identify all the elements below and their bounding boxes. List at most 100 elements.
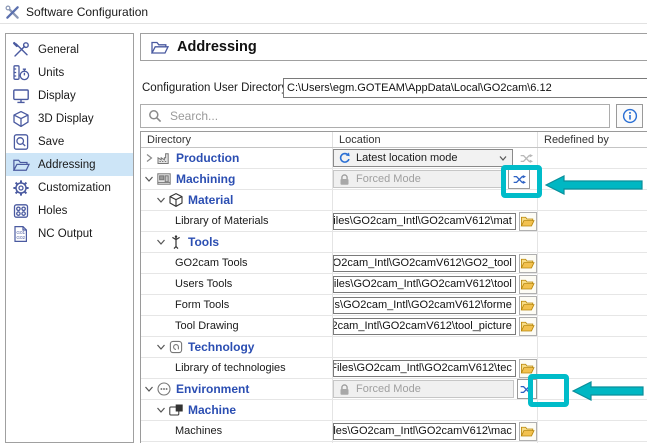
directory-cell[interactable]: Material	[141, 190, 333, 210]
sidebar-item-nc-output[interactable]: G01G02NC Output	[6, 222, 133, 245]
directory-label: Machining	[176, 172, 235, 186]
location-mode-dropdown[interactable]: Latest location mode	[333, 149, 513, 167]
browse-folder-button[interactable]	[519, 212, 537, 231]
directory-cell: Users Tools	[141, 274, 333, 294]
location-path-input[interactable]: am Files\GO2cam_Intl\GO2camV612\mac	[333, 423, 516, 440]
directory-label: Material	[188, 193, 233, 207]
search-box[interactable]	[140, 104, 610, 128]
chevron-down-icon	[498, 153, 508, 163]
dropdown-selected-value: Latest location mode	[356, 152, 498, 164]
directory-cell[interactable]: Tools	[141, 232, 333, 252]
chevron-right-icon[interactable]	[144, 153, 154, 163]
save-magnifier-icon	[12, 133, 30, 151]
location-path-input[interactable]: \GO2cam_Intl\GO2camV612\tool_picture	[333, 318, 516, 335]
chevron-down-icon[interactable]	[144, 174, 154, 184]
sidebar-item-addressing[interactable]: Addressing	[6, 153, 133, 176]
search-input[interactable]	[168, 108, 609, 124]
directory-label: Environment	[176, 382, 249, 396]
location-cell: am Files\GO2cam_Intl\GO2camV612\mat	[333, 211, 538, 231]
directory-label: Library of Materials	[175, 215, 269, 227]
sidebar-item-label: General	[38, 44, 79, 56]
sidebar-item-general[interactable]: General	[6, 38, 133, 61]
directory-cell[interactable]: Technology	[141, 337, 333, 357]
highlight-box-environment	[528, 374, 569, 407]
table-row-library-of-technologies: Library of technologies ram Files\GO2cam_…	[141, 358, 647, 379]
redefined-by-cell	[538, 253, 647, 273]
chevron-down-icon[interactable]	[156, 195, 166, 205]
sidebar-item-save[interactable]: Save	[6, 130, 133, 153]
location-path-input[interactable]: am Files\GO2cam_Intl\GO2camV612\mat	[333, 213, 516, 230]
column-header-redefined-by[interactable]: Redefined by	[538, 132, 647, 147]
factory-icon	[156, 150, 172, 166]
table-row-technology: Technology	[141, 337, 647, 358]
chevron-down-icon[interactable]	[144, 384, 154, 394]
sidebar-item-holes[interactable]: Holes	[6, 199, 133, 222]
sidebar-item-units[interactable]: Units	[6, 61, 133, 84]
location-path-input[interactable]: ram Files\GO2cam_Intl\GO2camV612\tec	[333, 360, 516, 377]
chevron-down-icon[interactable]	[156, 342, 166, 352]
config-user-directory-input[interactable]	[283, 78, 647, 98]
cube-3d-icon	[12, 110, 30, 128]
nc-output-icon: G01G02	[12, 225, 30, 243]
callout-arrow-machining	[545, 174, 643, 201]
machine-icon	[168, 402, 184, 418]
location-cell	[333, 232, 538, 252]
browse-folder-button[interactable]	[519, 275, 537, 294]
info-button[interactable]	[616, 104, 643, 128]
table-row-machines: Machinesam Files\GO2cam_Intl\GO2camV612\…	[141, 421, 647, 442]
browse-folder-button[interactable]	[519, 254, 537, 273]
info-icon	[622, 108, 638, 124]
location-path-value: n Files\GO2cam_Intl\GO2camV612\forme	[333, 299, 512, 311]
location-path-value: \GO2cam_Intl\GO2camV612\tool_picture	[333, 320, 512, 332]
column-header-directory[interactable]: Directory	[141, 132, 333, 147]
directory-label: Library of technologies	[175, 362, 286, 374]
svg-text:G02: G02	[16, 235, 25, 240]
browse-folder-button[interactable]	[519, 296, 537, 315]
highlight-box-machining	[501, 165, 542, 198]
directory-cell: Library of Materials	[141, 211, 333, 231]
location-path-input[interactable]: am Files\GO2cam_Intl\GO2camV612\tool	[333, 276, 516, 293]
directory-label: Technology	[188, 340, 254, 354]
redefined-by-cell	[538, 274, 647, 294]
sidebar-item-label: Customization	[38, 182, 111, 194]
redefined-by-cell	[538, 316, 647, 336]
crossed-tools-icon	[5, 5, 20, 20]
table-row-go2cam-tools: GO2cam Tools les\GO2cam_Intl\GO2camV612\G…	[141, 253, 647, 274]
chevron-down-icon[interactable]	[156, 405, 166, 415]
callout-arrow-environment	[572, 380, 644, 407]
directory-label: Users Tools	[175, 278, 232, 290]
column-header-location[interactable]: Location	[333, 132, 538, 147]
table-row-production: Production Latest location mode	[141, 148, 647, 169]
directory-cell[interactable]: Machining	[141, 169, 333, 189]
table-row-form-tools: Form Toolsn Files\GO2cam_Intl\GO2camV612…	[141, 295, 647, 316]
directory-cell: GO2cam Tools	[141, 253, 333, 273]
location-path-value: am Files\GO2cam_Intl\GO2camV612\mac	[333, 425, 512, 437]
machining-icon	[156, 171, 172, 187]
settings-sidebar: General Units Display3D Display Save Address…	[5, 33, 134, 443]
technology-icon	[168, 339, 184, 355]
directory-cell[interactable]: Machine	[141, 400, 333, 420]
sidebar-item-label: Units	[38, 67, 64, 79]
location-path-input[interactable]: les\GO2cam_Intl\GO2camV612\GO2_tool	[333, 255, 516, 272]
location-path-input[interactable]: n Files\GO2cam_Intl\GO2camV612\forme	[333, 297, 516, 314]
sidebar-item-display[interactable]: Display	[6, 84, 133, 107]
sidebar-item-label: Holes	[38, 205, 67, 217]
directory-cell[interactable]: Environment	[141, 379, 333, 399]
forced-mode-label: Forced Mode	[356, 173, 421, 185]
sidebar-item-3d-display[interactable]: 3D Display	[6, 107, 133, 130]
gear-icon	[12, 179, 30, 197]
directory-cell[interactable]: Production	[141, 148, 333, 168]
search-icon	[148, 109, 162, 123]
location-cell	[333, 337, 538, 357]
chevron-down-icon[interactable]	[156, 237, 166, 247]
config-user-directory-label: Configuration User Directory	[142, 82, 287, 94]
directory-label: GO2cam Tools	[175, 257, 248, 269]
sidebar-item-customization[interactable]: Customization	[6, 176, 133, 199]
browse-folder-button[interactable]	[519, 422, 537, 441]
forced-mode-box: Forced Mode	[333, 380, 514, 398]
browse-folder-button[interactable]	[519, 317, 537, 336]
general-tools-icon	[12, 41, 30, 59]
display-icon	[12, 87, 30, 105]
sidebar-item-label: Save	[38, 136, 64, 148]
directory-label: Tools	[188, 235, 219, 249]
